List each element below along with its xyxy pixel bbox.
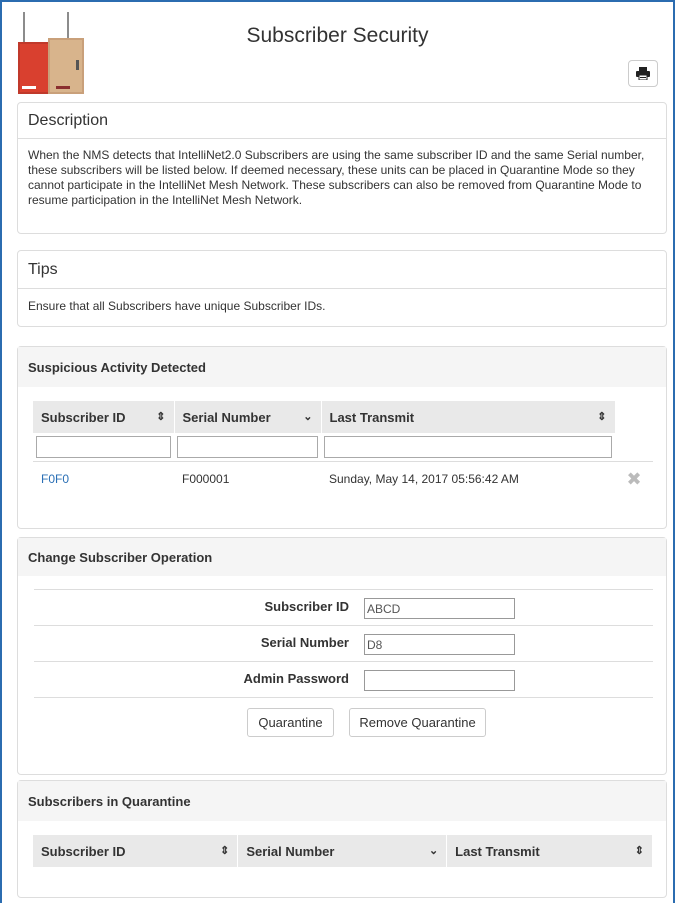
description-panel: Description When the NMS detects that In… — [17, 102, 667, 234]
sort-icon: ⇕ — [597, 411, 607, 423]
quarantine-panel: Subscribers in Quarantine Subscriber ID … — [17, 780, 667, 898]
quarantine-table: Subscriber ID ⇕ Serial Number ⌄ Last Tra… — [33, 835, 653, 867]
subscriber-id-label: Subscriber ID — [264, 599, 349, 614]
column-header-subscriber-id[interactable]: Subscriber ID ⇕ — [33, 401, 175, 433]
admin-password-label: Admin Password — [243, 671, 349, 686]
column-header-serial-number[interactable]: Serial Number ⌄ — [174, 401, 322, 433]
table-row: F0F0 F000001 Sunday, May 14, 2017 05:56:… — [33, 461, 653, 497]
suspicious-table: Subscriber ID ⇕ Serial Number ⌄ Last Tra… — [33, 401, 653, 497]
serial-number-row: Serial Number — [34, 625, 653, 661]
chevron-down-icon: ⌄ — [303, 411, 313, 423]
description-text: When the NMS detects that IntelliNet2.0 … — [28, 148, 645, 207]
sort-icon: ⇕ — [156, 411, 166, 423]
page-header: Subscriber Security — [2, 2, 673, 98]
admin-password-field[interactable] — [364, 670, 515, 691]
sort-icon: ⇕ — [634, 845, 644, 857]
column-header-serial-number[interactable]: Serial Number ⌄ — [237, 835, 448, 867]
page-title: Subscriber Security — [246, 24, 429, 47]
column-header-subscriber-id[interactable]: Subscriber ID ⇕ — [33, 835, 239, 867]
subscriber-id-link[interactable]: F0F0 — [41, 472, 69, 486]
remove-quarantine-button[interactable]: Remove Quarantine — [349, 708, 486, 737]
suspicious-heading-text: Suspicious Activity Detected — [28, 359, 206, 375]
tips-text: Ensure that all Subscribers have unique … — [28, 299, 326, 313]
tips-heading: Tips — [18, 251, 666, 289]
subscriber-id-row: Subscriber ID — [34, 589, 653, 625]
print-button[interactable] — [628, 60, 658, 87]
admin-password-row: Admin Password — [34, 661, 653, 697]
quarantine-heading: Subscribers in Quarantine — [18, 781, 666, 821]
quarantine-heading-text: Subscribers in Quarantine — [28, 793, 191, 809]
serial-number-field[interactable] — [364, 634, 515, 655]
description-heading: Description — [18, 103, 666, 139]
remove-icon[interactable]: ✖ — [615, 461, 653, 497]
subscriber-id-field[interactable] — [364, 598, 515, 619]
chevron-down-icon: ⌄ — [428, 845, 439, 857]
suspicious-activity-panel: Suspicious Activity Detected Subscriber … — [17, 346, 667, 529]
filter-last-transmit-input[interactable] — [324, 435, 612, 458]
sort-icon: ⇕ — [220, 845, 230, 857]
tips-heading-text: Tips — [28, 260, 58, 278]
serial-number-label: Serial Number — [260, 635, 349, 650]
tips-panel: Tips Ensure that all Subscribers have un… — [17, 250, 667, 327]
change-heading-text: Change Subscriber Operation — [28, 549, 213, 565]
last-transmit-cell: Sunday, May 14, 2017 05:56:42 AM — [329, 472, 519, 487]
change-heading: Change Subscriber Operation — [18, 538, 666, 576]
change-operation-panel: Change Subscriber Operation Subscriber I… — [17, 537, 667, 775]
button-row: Quarantine Remove Quarantine — [34, 697, 653, 747]
column-header-last-transmit[interactable]: Last Transmit ⇕ — [321, 401, 616, 433]
description-heading-text: Description — [28, 111, 109, 129]
filter-serial-number-input[interactable] — [177, 435, 318, 458]
suspicious-heading: Suspicious Activity Detected — [18, 347, 666, 387]
print-icon — [636, 67, 650, 80]
serial-number-cell: F000001 — [182, 472, 230, 487]
quarantine-button[interactable]: Quarantine — [247, 708, 334, 737]
filter-subscriber-id-input[interactable] — [36, 435, 171, 458]
column-header-last-transmit[interactable]: Last Transmit ⇕ — [446, 835, 653, 867]
device-enclosures-image — [18, 12, 84, 94]
